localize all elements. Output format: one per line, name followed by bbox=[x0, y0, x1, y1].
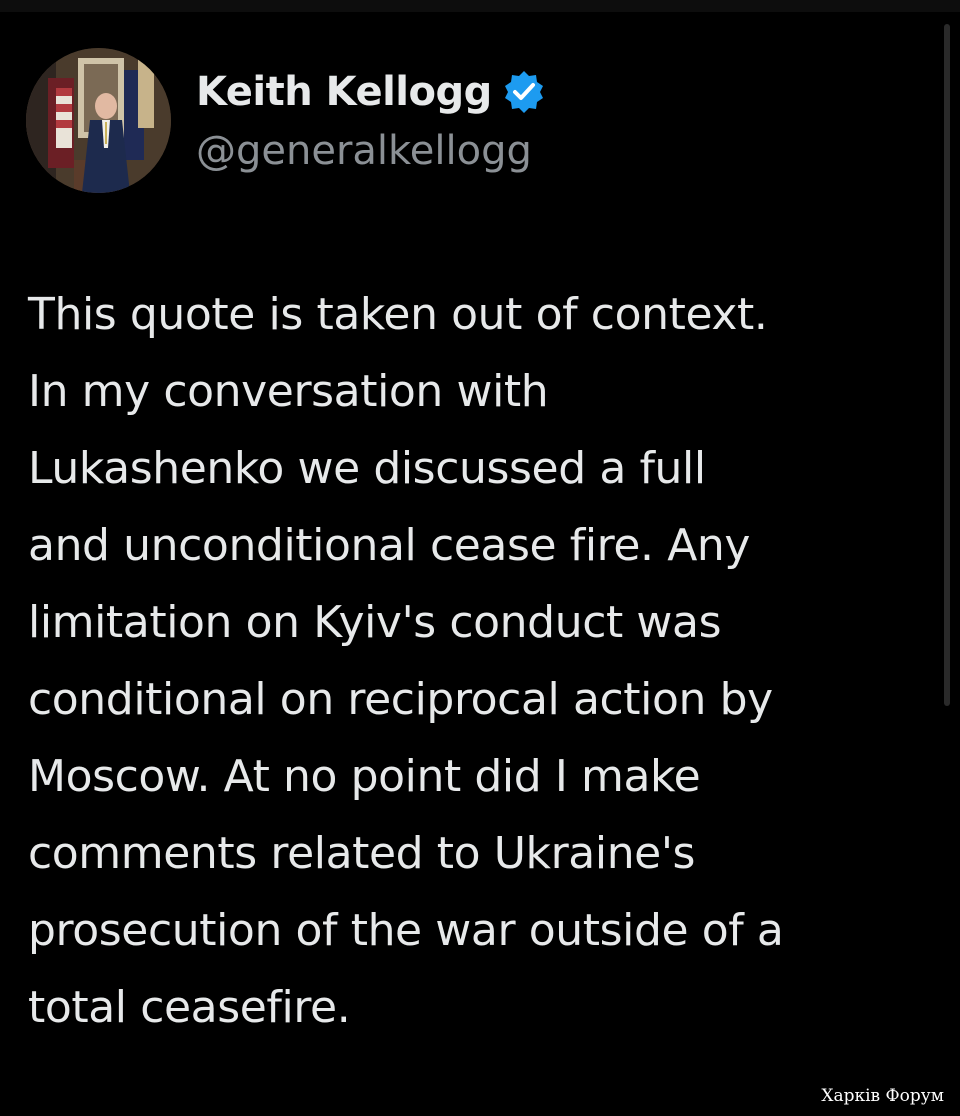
author-display-name[interactable]: Keith Kellogg bbox=[196, 69, 492, 115]
tweet-line: prosecution of the war outside of a bbox=[28, 905, 784, 956]
tweet-line: Lukashenko we discussed a full bbox=[28, 443, 706, 494]
top-edge-strip bbox=[0, 0, 960, 12]
verified-badge-icon bbox=[500, 68, 548, 116]
tweet-line: This quote is taken out of context. bbox=[28, 289, 768, 340]
tweet-line: comments related to Ukraine's bbox=[28, 828, 696, 879]
author-handle[interactable]: @generalkellogg bbox=[196, 128, 532, 174]
author-name-row[interactable]: Keith Kellogg bbox=[196, 64, 548, 120]
watermark-text: Харків Форум bbox=[821, 1086, 944, 1106]
tweet-line: Moscow. At no point did I make bbox=[28, 751, 701, 802]
tweet-line: In my conversation with bbox=[28, 366, 549, 417]
scrollbar[interactable] bbox=[944, 24, 950, 706]
tweet-line: and unconditional cease fire. Any bbox=[28, 520, 751, 571]
tweet-line: total ceasefire. bbox=[28, 982, 351, 1033]
author-avatar[interactable] bbox=[26, 48, 171, 193]
tweet-text: This quote is taken out of context. In m… bbox=[28, 276, 928, 1046]
tweet-line: conditional on reciprocal action by bbox=[28, 674, 773, 725]
profile-photo-icon bbox=[26, 48, 171, 193]
tweet-line: limitation on Kyiv's conduct was bbox=[28, 597, 722, 648]
